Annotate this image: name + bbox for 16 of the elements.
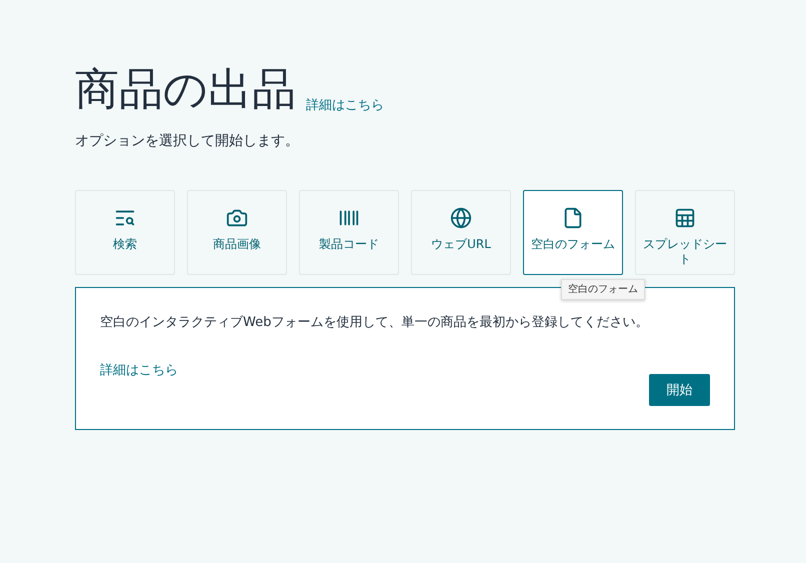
option-tile[interactable]: ウェブURL	[411, 190, 511, 275]
option-tile[interactable]: 検索	[75, 190, 175, 275]
option-tile[interactable]: 製品コード	[299, 190, 399, 275]
page-title: 商品の出品	[75, 63, 296, 117]
option-tile[interactable]: スプレッドシート	[635, 190, 735, 275]
start-button[interactable]: 開始	[649, 374, 710, 406]
panel-description: 空白のインタラクティブWebフォームを使用して、単一の商品を最初から登録してください。	[100, 314, 650, 331]
document-icon	[562, 207, 584, 229]
camera-icon	[226, 207, 248, 229]
option-tile[interactable]: 商品画像	[187, 190, 287, 275]
details-link[interactable]: 詳細はこちら	[306, 96, 384, 118]
spreadsheet-icon	[674, 207, 696, 229]
details-link[interactable]: 詳細はこちら	[100, 361, 178, 383]
subtitle: オプションを選択して開始します。	[75, 132, 300, 150]
tooltip: 空白のフォーム	[561, 279, 645, 300]
globe-icon	[450, 207, 472, 229]
